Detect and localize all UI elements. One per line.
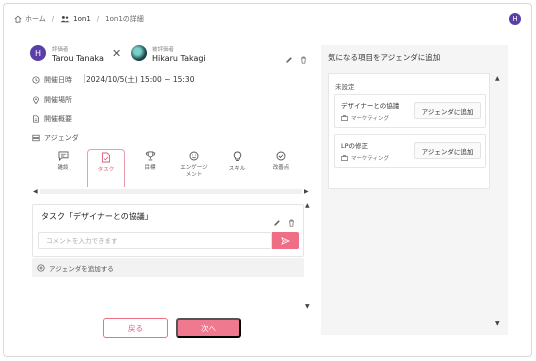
users-icon xyxy=(60,15,70,23)
evaluator-name: Tarou Tanaka xyxy=(52,54,104,63)
scroll-up-arrow[interactable]: ▲ xyxy=(305,202,310,209)
tab-label: タスク xyxy=(97,167,115,173)
list-item: LPの修正 マーケティング アジェンダに追加 xyxy=(334,134,486,168)
send-button[interactable] xyxy=(272,232,299,249)
topic-tag: マーケティング xyxy=(341,154,389,162)
evaluator-role: 評価者 xyxy=(52,47,69,53)
document-icon xyxy=(102,152,110,163)
evaluatee-name: Hikaru Takagi xyxy=(152,54,206,63)
send-icon xyxy=(281,236,290,245)
divider xyxy=(84,74,85,83)
lightbulb-icon xyxy=(233,151,241,161)
tab-task[interactable]: タスク xyxy=(87,149,125,187)
evaluatee-role: 被評価者 xyxy=(152,47,175,53)
evaluatee-avatar xyxy=(131,45,147,61)
trophy-icon xyxy=(145,151,155,161)
evaluator-avatar: H xyxy=(30,45,46,61)
topic-title: LPの修正 xyxy=(341,142,369,150)
tab-label: 目標 xyxy=(144,165,156,171)
agenda-item-title: タスク「デザイナーとの協議」 xyxy=(41,212,153,221)
topic-title: デザイナーとの協議 xyxy=(341,102,400,110)
datetime-label: 開催日時 xyxy=(44,75,72,84)
location-pin-icon xyxy=(33,96,39,104)
tab-improvement[interactable]: 改善点 xyxy=(262,151,300,187)
chat-icon xyxy=(58,151,68,161)
plus-circle-icon xyxy=(37,263,45,272)
next-button[interactable]: 次へ xyxy=(176,318,241,338)
scroll-down-arrow[interactable]: ▼ xyxy=(495,320,500,327)
briefcase-icon xyxy=(341,155,348,161)
check-circle-icon xyxy=(276,151,286,161)
tab-engagement[interactable]: エンゲージ メント xyxy=(175,151,213,187)
trash-icon[interactable] xyxy=(288,212,295,231)
scroll-down-arrow[interactable]: ▼ xyxy=(305,303,310,310)
tab-skill[interactable]: スキル xyxy=(218,151,256,187)
breadcrumb-separator: / xyxy=(51,15,55,23)
back-button[interactable]: 戻る xyxy=(103,318,168,338)
trash-icon[interactable] xyxy=(300,49,307,68)
tab-label: エンゲージ メント xyxy=(180,165,208,178)
comment-input[interactable] xyxy=(38,232,272,249)
topic-tag-label: マーケティング xyxy=(351,156,390,162)
versus-x-icon: ✕ xyxy=(112,47,122,60)
suggested-items-panel: 気になる項目をアジェンダに追加 未設定 デザイナーとの協議 マーケティング アジ… xyxy=(321,45,508,335)
add-to-agenda-button[interactable]: アジェンダに追加 xyxy=(414,142,481,159)
agenda-row: アジェンダ xyxy=(32,133,79,143)
suggested-items-list: 未設定 デザイナーとの協議 マーケティング アジェンダに追加 LPの修正 マーケ… xyxy=(328,73,490,189)
edit-icon[interactable] xyxy=(273,212,281,231)
document-icon xyxy=(33,115,39,123)
tab-goal[interactable]: 目標 xyxy=(131,151,169,187)
topic-tag-label: マーケティング xyxy=(351,116,390,122)
breadcrumb-home[interactable]: ホーム xyxy=(14,14,46,24)
tab-label: 雑談 xyxy=(57,165,69,171)
scroll-up-arrow[interactable]: ▲ xyxy=(495,75,500,82)
scroll-left-arrow[interactable]: ◀ xyxy=(33,188,38,195)
agenda-item-card: タスク「デザイナーとの協議」 xyxy=(32,204,304,257)
breadcrumb-separator: / xyxy=(96,15,100,23)
briefcase-icon xyxy=(341,115,348,121)
add-agenda-button[interactable]: アジェンダを追加する xyxy=(32,258,304,277)
summary-row: 開催概要 xyxy=(32,114,72,124)
breadcrumb-current: 1on1の詳細 xyxy=(105,15,144,23)
section-label: 未設定 xyxy=(335,83,355,91)
smile-icon xyxy=(189,151,199,161)
datetime-row: 開催日時 2024/10/5(土) 15:00 ~ 15:30 xyxy=(32,74,194,85)
add-agenda-label: アジェンダを追加する xyxy=(49,264,114,273)
add-to-agenda-button[interactable]: アジェンダに追加 xyxy=(414,102,481,119)
clock-icon xyxy=(32,75,40,84)
datetime-value: 2024/10/5(土) 15:00 ~ 15:30 xyxy=(86,75,195,84)
breadcrumb-1on1-label: 1on1 xyxy=(73,15,91,23)
topic-tag: マーケティング xyxy=(341,114,389,122)
agenda-label: アジェンダ xyxy=(44,134,79,142)
horizontal-scrollbar[interactable] xyxy=(40,189,302,194)
tab-label: 改善点 xyxy=(272,165,290,171)
breadcrumb: ホーム / 1on1 / 1on1の詳細 xyxy=(14,12,144,26)
breadcrumb-1on1[interactable]: 1on1 xyxy=(60,15,91,23)
list-item: デザイナーとの協議 マーケティング アジェンダに追加 xyxy=(334,94,486,128)
panel-title: 気になる項目をアジェンダに追加 xyxy=(328,53,441,62)
user-avatar[interactable]: H xyxy=(509,13,521,25)
edit-icon[interactable] xyxy=(285,49,293,68)
agenda-list-icon xyxy=(32,134,40,142)
summary-label: 開催概要 xyxy=(44,115,72,123)
place-label: 開催場所 xyxy=(44,96,72,104)
tab-chat[interactable]: 雑談 xyxy=(44,151,82,187)
scroll-right-arrow[interactable]: ▶ xyxy=(304,188,309,195)
tab-label: スキル xyxy=(228,166,246,172)
place-row: 開催場所 xyxy=(32,95,72,105)
breadcrumb-home-label: ホーム xyxy=(25,15,46,23)
home-icon xyxy=(14,15,22,23)
